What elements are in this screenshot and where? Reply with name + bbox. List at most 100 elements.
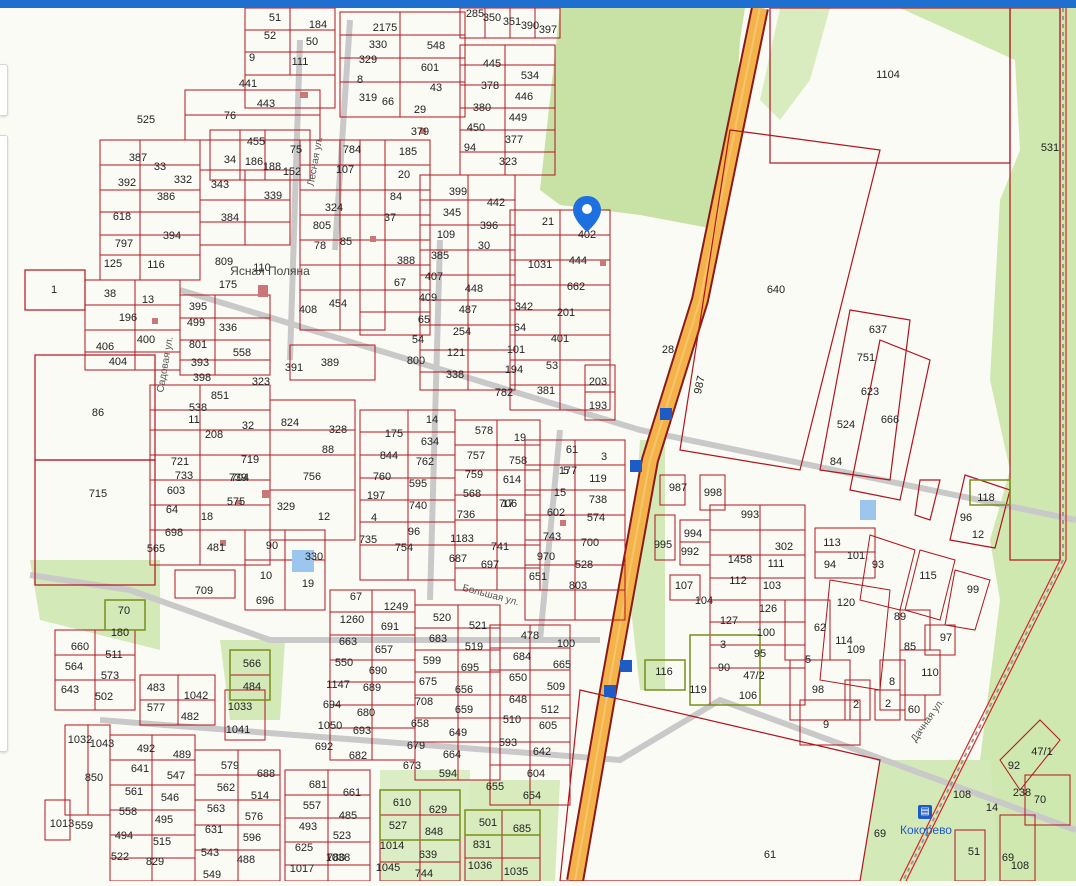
- parcel-number: 639: [419, 849, 437, 861]
- parcel-number: 113: [823, 537, 841, 549]
- parcel-number: 754: [395, 542, 413, 554]
- parcel-number: 323: [499, 156, 517, 168]
- parcel-number: 704: [231, 472, 249, 484]
- parcel-number: 103: [763, 580, 781, 592]
- parcel-number: 757: [467, 450, 485, 462]
- parcel-number: 94: [824, 559, 836, 571]
- parcel-number: 455: [247, 136, 265, 148]
- parcel-number: 90: [266, 540, 278, 552]
- parcel-number: 85: [340, 236, 352, 248]
- parcel-number: 658: [411, 718, 429, 730]
- parcel-number: 18: [201, 511, 213, 523]
- parcel-number: 736: [457, 509, 475, 521]
- parcel-number: 184: [309, 19, 327, 31]
- parcel-number: 12: [318, 511, 330, 523]
- parcel-number: 2: [853, 699, 859, 711]
- parcel-number: 409: [419, 292, 437, 304]
- parcel-number: 691: [381, 621, 399, 633]
- parcel-number: 445: [483, 58, 501, 70]
- parcel-number: 108: [1011, 860, 1029, 872]
- parcel-number: 19: [514, 432, 526, 444]
- parcel-number: 515: [153, 836, 171, 848]
- parcel-number: 565: [147, 543, 165, 555]
- parcel-number: 203: [589, 376, 607, 388]
- parcel-number: 398: [193, 372, 211, 384]
- parcel-number: 378: [481, 80, 499, 92]
- parcel-number: 76: [224, 110, 236, 122]
- parcel-number: 330: [305, 551, 323, 563]
- parcel-number: 797: [115, 238, 133, 250]
- parcel-number: 759: [465, 469, 483, 481]
- parcel-number: 5: [805, 654, 811, 666]
- parcel-number: 9: [249, 52, 255, 64]
- parcel-number: 175: [385, 428, 403, 440]
- town-label: Ясная Поляна: [230, 264, 310, 278]
- parcel-number: 557: [303, 800, 321, 812]
- parcel-number: 679: [407, 740, 425, 752]
- parcel-number: 28: [662, 344, 674, 356]
- parcel-number: 831: [473, 839, 491, 851]
- parcel-number: 3: [720, 639, 726, 651]
- parcel-number: 19: [302, 578, 314, 590]
- parcel-number: 408: [299, 304, 317, 316]
- parcel-number: 641: [131, 763, 149, 775]
- parcel-number: 1035: [504, 866, 528, 878]
- parcel-number: 485: [339, 810, 357, 822]
- parcel-number: 593: [499, 737, 517, 749]
- parcel-number: 65: [418, 314, 430, 326]
- parcel-number: 666: [881, 414, 899, 426]
- parcel-number: 492: [137, 743, 155, 755]
- parcel-number: 614: [503, 474, 521, 486]
- parcel-number: 596: [243, 832, 261, 844]
- parcel-number: 519: [465, 641, 483, 653]
- parcel-number: 120: [837, 597, 855, 609]
- parcel-number: 379: [411, 126, 429, 138]
- parcel-number: 623: [861, 386, 879, 398]
- parcel-number: 650: [509, 672, 527, 684]
- parcel-number: 107: [675, 580, 693, 592]
- parcel-number: 116: [147, 259, 165, 271]
- parcel-number: 579: [221, 760, 239, 772]
- parcel-number: 800: [407, 355, 425, 367]
- map-control-side[interactable]: [0, 135, 8, 752]
- parcel-number: 115: [919, 570, 937, 582]
- parcel-number: 524: [837, 419, 855, 431]
- parcel-number: 61: [764, 849, 776, 861]
- parcel-number: 550: [335, 657, 353, 669]
- parcel-number: 993: [741, 509, 759, 521]
- parcel-number: 531: [1041, 142, 1059, 154]
- parcel-number: 197: [367, 490, 385, 502]
- parcel-number: 208: [205, 429, 223, 441]
- parcel-number: 574: [587, 512, 605, 524]
- cadastral-map[interactable]: 51 184 2175 548 285 350 351 390 397 52 50 330 601 445…: [0, 0, 1076, 883]
- parcel-number: 1033: [228, 701, 252, 713]
- parcel-number: 689: [363, 682, 381, 694]
- parcel-number: 1260: [340, 614, 364, 626]
- parcel-number: 558: [119, 806, 137, 818]
- parcel-number: 970: [537, 551, 555, 563]
- parcel-number: 660: [71, 641, 89, 653]
- parcel-number: 618: [113, 211, 131, 223]
- parcel-number: 599: [423, 655, 441, 667]
- parcel-number: 631: [205, 824, 223, 836]
- parcel-number: 850: [85, 772, 103, 784]
- map-control-top[interactable]: [0, 64, 8, 116]
- parcel-number: 47/2: [743, 670, 764, 682]
- parcel-number: 756: [303, 471, 321, 483]
- parcel-number: 449: [509, 112, 527, 124]
- parcel-number: 782: [495, 387, 513, 399]
- parcel-number: 64: [166, 504, 178, 516]
- parcel-number: 201: [557, 307, 575, 319]
- parcel-number: 562: [217, 782, 235, 794]
- parcel-number: 662: [567, 281, 585, 293]
- parcel-number: 482: [181, 711, 199, 723]
- parcel-number: 700: [581, 537, 599, 549]
- parcel-number: 446: [515, 91, 533, 103]
- parcel-number: 1036: [468, 860, 492, 872]
- parcel-number: 52: [264, 30, 276, 42]
- parcel-number: 698: [165, 527, 183, 539]
- parcel-number: 4: [371, 512, 377, 524]
- parcel-number: 93: [872, 559, 884, 571]
- railway-station[interactable]: ▤ Кокорево: [896, 805, 976, 841]
- parcel-number: 61: [566, 444, 578, 456]
